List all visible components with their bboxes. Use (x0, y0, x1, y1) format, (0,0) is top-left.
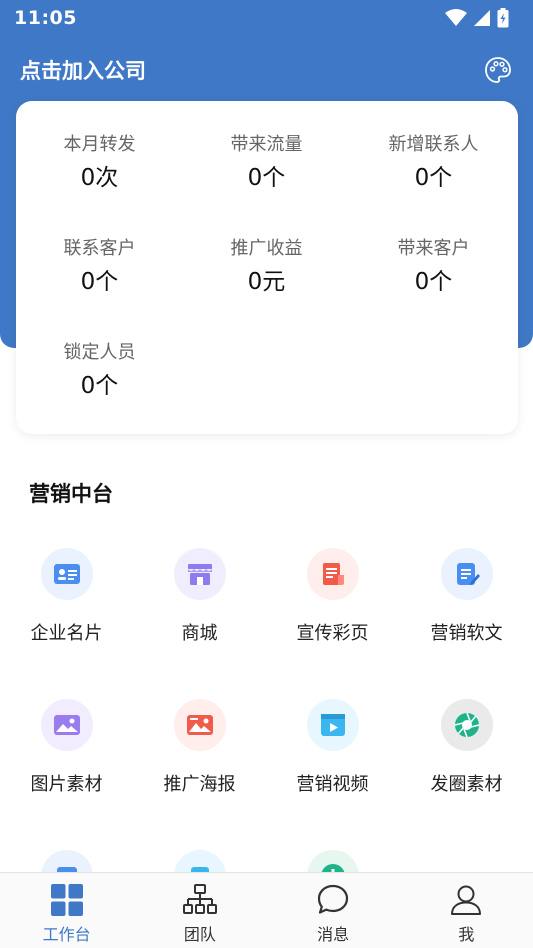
stat-monthly-forwards[interactable]: 本月转发 0次 (16, 133, 183, 193)
article-item[interactable]: 营销软文 (400, 548, 533, 646)
business-card-item[interactable]: 企业名片 (0, 548, 133, 646)
shop-item[interactable]: 商城 (133, 548, 266, 646)
workbench-icon (50, 884, 83, 916)
video-icon (306, 699, 359, 751)
wifi-icon (445, 9, 467, 26)
stat-value: 0个 (247, 165, 286, 191)
status-bar: 11:05 (0, 0, 533, 36)
image-icon (40, 699, 93, 751)
brochure-item[interactable]: 宣传彩页 (266, 548, 399, 646)
stat-contacted-customers[interactable]: 联系客户 0个 (16, 237, 183, 297)
stat-value: 0个 (80, 269, 119, 295)
nav-team[interactable]: 团队 (133, 873, 266, 948)
title-row: 点击加入公司 (0, 50, 533, 90)
stat-label: 联系客户 (63, 238, 136, 259)
video-item[interactable]: 营销视频 (266, 699, 399, 797)
grid-label: 宣传彩页 (296, 623, 369, 644)
team-icon (182, 884, 217, 914)
palette-icon[interactable] (483, 55, 513, 85)
nav-label: 消息 (317, 925, 350, 944)
stat-promotion-earnings[interactable]: 推广收益 0元 (183, 237, 350, 297)
stat-label: 新增联系人 (388, 134, 479, 155)
shop-icon (173, 548, 226, 600)
stats-card: 本月转发 0次 带来流量 0个 新增联系人 0个 联系客户 0个 推广收益 0元… (16, 101, 518, 434)
stat-traffic[interactable]: 带来流量 0个 (183, 133, 350, 193)
image-material-item[interactable]: 图片素材 (0, 699, 133, 797)
stat-label: 带来流量 (230, 134, 303, 155)
stat-value: 0个 (414, 165, 453, 191)
stat-referred-customers[interactable]: 带来客户 0个 (350, 237, 517, 297)
grid-label: 推广海报 (163, 774, 236, 795)
grid-label: 企业名片 (30, 623, 103, 644)
stat-new-contacts[interactable]: 新增联系人 0个 (350, 133, 517, 193)
grid-label: 营销软文 (430, 623, 503, 644)
business-card-icon (40, 548, 93, 600)
moments-material-item[interactable]: 发圈素材 (400, 699, 533, 797)
article-icon (440, 548, 493, 600)
status-icons (445, 8, 509, 28)
grid-label: 商城 (181, 623, 218, 644)
stat-locked-members[interactable]: 锁定人员 0个 (16, 341, 183, 401)
marketing-section-title: 营销中台 (29, 482, 113, 506)
message-icon (318, 884, 349, 914)
nav-label: 我 (458, 925, 475, 944)
nav-label: 工作台 (42, 925, 91, 944)
nav-profile[interactable]: 我 (400, 873, 533, 948)
nav-workbench[interactable]: 工作台 (0, 873, 133, 948)
bottom-nav: 工作台 团队 消息 我 (0, 872, 533, 948)
battery-icon (497, 8, 509, 28)
brochure-icon (306, 548, 359, 600)
poster-item[interactable]: 推广海报 (133, 699, 266, 797)
stat-label: 锁定人员 (63, 342, 136, 363)
stat-value: 0个 (80, 373, 119, 399)
join-company-title[interactable]: 点击加入公司 (20, 55, 146, 85)
grid-label: 营销视频 (296, 774, 369, 795)
stat-value: 0次 (80, 165, 119, 191)
stat-label: 本月转发 (63, 134, 136, 155)
stat-label: 带来客户 (397, 238, 470, 259)
nav-label: 团队 (183, 925, 216, 944)
stat-value: 0个 (414, 269, 453, 295)
aperture-icon (440, 699, 493, 751)
stat-value: 0元 (247, 269, 286, 295)
poster-icon (173, 699, 226, 751)
stat-label: 推广收益 (230, 238, 303, 259)
nav-messages[interactable]: 消息 (267, 873, 400, 948)
signal-icon (474, 10, 490, 26)
profile-icon (451, 885, 482, 915)
status-time: 11:05 (14, 7, 77, 29)
grid-label: 发圈素材 (430, 774, 503, 795)
grid-label: 图片素材 (30, 774, 103, 795)
